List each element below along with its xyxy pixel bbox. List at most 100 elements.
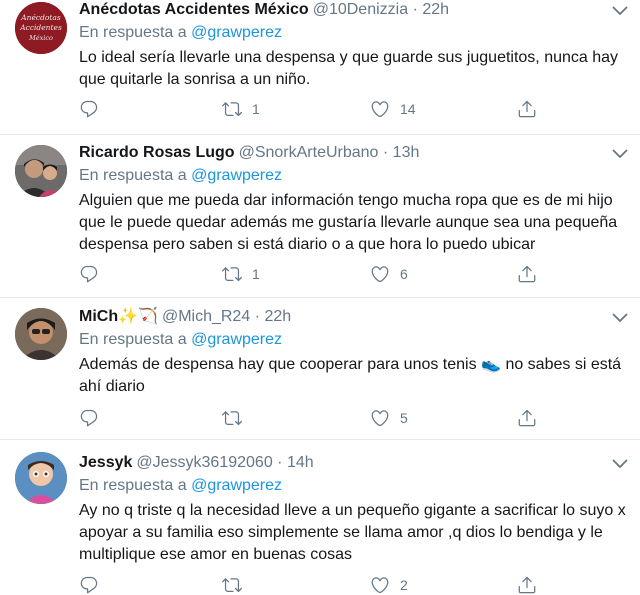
separator-dot: · <box>382 144 389 161</box>
reply-context: En respuesta a @grawperez <box>79 22 630 44</box>
tweet-text: Además de despensa hay que cooperar para… <box>79 354 630 398</box>
avatar[interactable] <box>15 308 67 360</box>
tweet-text: Lo ideal sería llevarle una despensa y q… <box>79 49 619 88</box>
tweet-header: MiCh✨🏹 @Mich_R24 · 22h <box>79 307 630 329</box>
timestamp[interactable]: 14h <box>287 454 314 471</box>
svg-text:México: México <box>28 34 53 42</box>
tweet-4[interactable]: Jessyk @Jessyk36192060 · 14h En respuesta… <box>0 440 640 583</box>
retweet-button[interactable] <box>222 408 252 428</box>
share-icon <box>517 99 537 119</box>
bow-and-arrow-emoji: 🏹 <box>138 308 158 325</box>
tweet-1[interactable]: Anécdotas Accidentes México Anécdotas Ac… <box>0 0 640 135</box>
reply-context: En respuesta a @grawperez <box>79 475 630 497</box>
heart-icon <box>370 408 390 428</box>
heart-icon <box>370 264 390 284</box>
mention-link[interactable]: @grawperez <box>191 24 282 41</box>
retweet-icon <box>222 99 242 119</box>
sneaker-emoji: 👟 <box>481 356 501 373</box>
reply-button[interactable] <box>79 99 109 119</box>
reply-context: En respuesta a @grawperez <box>79 165 630 187</box>
like-button[interactable]: 14 <box>370 99 416 119</box>
separator-dot: · <box>254 308 261 325</box>
share-button[interactable] <box>517 408 537 428</box>
reply-icon <box>79 408 99 428</box>
tweet-actions: 5 <box>79 408 549 428</box>
mention-link[interactable]: @grawperez <box>191 331 282 348</box>
reply-prefix: En respuesta a <box>79 477 187 494</box>
tweet-header: Jessyk @Jessyk36192060 · 14h <box>79 453 630 475</box>
display-name[interactable]: Anécdotas Accidentes México <box>79 1 309 18</box>
reply-icon <box>79 99 99 119</box>
retweet-button[interactable] <box>222 575 252 595</box>
tweet-text: Ay no q triste q la necesidad lleve a un… <box>79 502 626 563</box>
display-name[interactable]: Ricardo Rosas Lugo <box>79 144 235 161</box>
timestamp[interactable]: 22h <box>264 308 291 325</box>
avatar-image <box>15 452 67 504</box>
retweet-icon <box>222 264 242 284</box>
chevron-down-icon[interactable] <box>612 6 628 16</box>
retweet-count: 1 <box>252 101 260 117</box>
chevron-down-icon[interactable] <box>612 313 628 323</box>
tweet-header: Ricardo Rosas Lugo @SnorkArteUrbano · 13h <box>79 143 630 165</box>
display-name[interactable]: Jessyk <box>79 454 132 471</box>
tweet-actions: 1 6 <box>79 264 549 284</box>
reply-context: En respuesta a @grawperez <box>79 329 630 351</box>
user-handle[interactable]: @Jessyk36192060 <box>136 454 272 471</box>
share-button[interactable] <box>517 99 537 119</box>
separator-dot: · <box>412 1 418 18</box>
chevron-down-icon[interactable] <box>612 149 628 159</box>
retweet-icon <box>222 575 242 595</box>
display-name[interactable]: MiCh <box>79 308 118 325</box>
chevron-down-icon[interactable] <box>612 459 628 469</box>
reply-prefix: En respuesta a <box>79 331 187 348</box>
avatar[interactable] <box>15 145 67 197</box>
svg-text:Anécdotas: Anécdotas <box>20 13 61 22</box>
svg-text:Accidentes: Accidentes <box>19 23 62 32</box>
like-button[interactable]: 5 <box>370 408 408 428</box>
tweet-text: Alguien que me pueda dar información ten… <box>79 192 618 253</box>
like-button[interactable]: 6 <box>370 264 408 284</box>
tweet-2[interactable]: Ricardo Rosas Lugo @SnorkArteUrbano · 13h… <box>0 135 640 298</box>
avatar[interactable]: Anécdotas Accidentes México <box>15 2 67 54</box>
reply-button[interactable] <box>79 575 109 595</box>
tweet-3[interactable]: MiCh✨🏹 @Mich_R24 · 22h En respuesta a @gr… <box>0 298 640 440</box>
heart-icon <box>370 99 390 119</box>
tweet-text-part: Además de despensa hay que cooperar para… <box>79 356 477 373</box>
reply-prefix: En respuesta a <box>79 24 187 41</box>
mention-link[interactable]: @grawperez <box>191 167 282 184</box>
reply-icon <box>79 264 99 284</box>
tweet-actions: 2 <box>79 575 549 595</box>
user-handle[interactable]: @10Denizzia <box>313 1 408 18</box>
user-handle[interactable]: @Mich_R24 <box>162 308 250 325</box>
heart-icon <box>370 575 390 595</box>
timestamp[interactable]: 22h <box>422 1 449 18</box>
timestamp[interactable]: 13h <box>393 144 420 161</box>
retweet-icon <box>222 408 242 428</box>
share-button[interactable] <box>517 575 537 595</box>
like-button[interactable]: 2 <box>370 575 408 595</box>
reply-icon <box>79 575 99 595</box>
share-icon <box>517 575 537 595</box>
like-count: 14 <box>400 101 416 117</box>
reply-button[interactable] <box>79 408 109 428</box>
share-icon <box>517 264 537 284</box>
tweet-header: Anécdotas Accidentes México @10Denizzia ·… <box>79 0 630 22</box>
like-count: 2 <box>400 577 408 593</box>
sparkles-emoji: ✨ <box>118 308 139 325</box>
like-count: 5 <box>400 410 408 426</box>
retweet-count: 1 <box>252 266 260 282</box>
avatar[interactable] <box>15 452 67 504</box>
avatar-logo-image: Anécdotas Accidentes México <box>15 2 67 54</box>
share-button[interactable] <box>517 264 537 284</box>
share-icon <box>517 408 537 428</box>
user-handle[interactable]: @SnorkArteUrbano <box>239 144 379 161</box>
like-count: 6 <box>400 266 408 282</box>
reply-prefix: En respuesta a <box>79 167 187 184</box>
separator-dot: · <box>277 454 283 471</box>
retweet-button[interactable]: 1 <box>222 264 260 284</box>
retweet-button[interactable]: 1 <box>222 99 260 119</box>
reply-button[interactable] <box>79 264 109 284</box>
tweet-actions: 1 14 <box>79 99 549 119</box>
avatar-photo <box>15 145 67 197</box>
mention-link[interactable]: @grawperez <box>191 477 282 494</box>
